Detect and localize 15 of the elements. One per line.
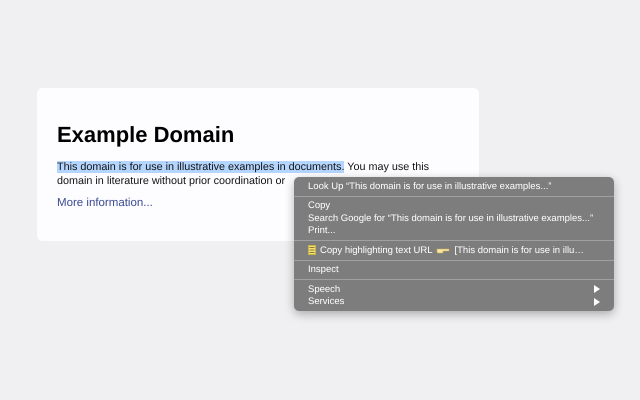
menu-item[interactable]: Search Google for “This domain is for use in illustrative examples...” bbox=[294, 212, 614, 224]
paragraph-text: domain in literature without prior coordination or bbox=[57, 174, 286, 186]
paragraph-text: You may use this bbox=[346, 161, 430, 173]
notepad-icon bbox=[308, 245, 316, 256]
more-information-link[interactable]: More information... bbox=[57, 197, 153, 209]
page-heading: Example Domain bbox=[57, 122, 236, 148]
menu-item[interactable]: Copy bbox=[294, 200, 614, 212]
menu-item[interactable]: Inspect bbox=[294, 264, 614, 276]
menu-item[interactable]: Copy highlighting text URL [This domain is for use in illu… bbox=[294, 244, 614, 256]
menu-item[interactable]: Services bbox=[294, 296, 614, 308]
selected-text: This domain is for use in illustrative examples in documents. bbox=[57, 161, 344, 173]
pointing-hand-icon bbox=[436, 246, 450, 254]
menu-item[interactable]: Look Up “This domain is for use in illustrative examples...” bbox=[294, 180, 614, 192]
menu-item[interactable]: Speech bbox=[294, 283, 614, 296]
menu-item[interactable]: Print... bbox=[294, 224, 614, 237]
